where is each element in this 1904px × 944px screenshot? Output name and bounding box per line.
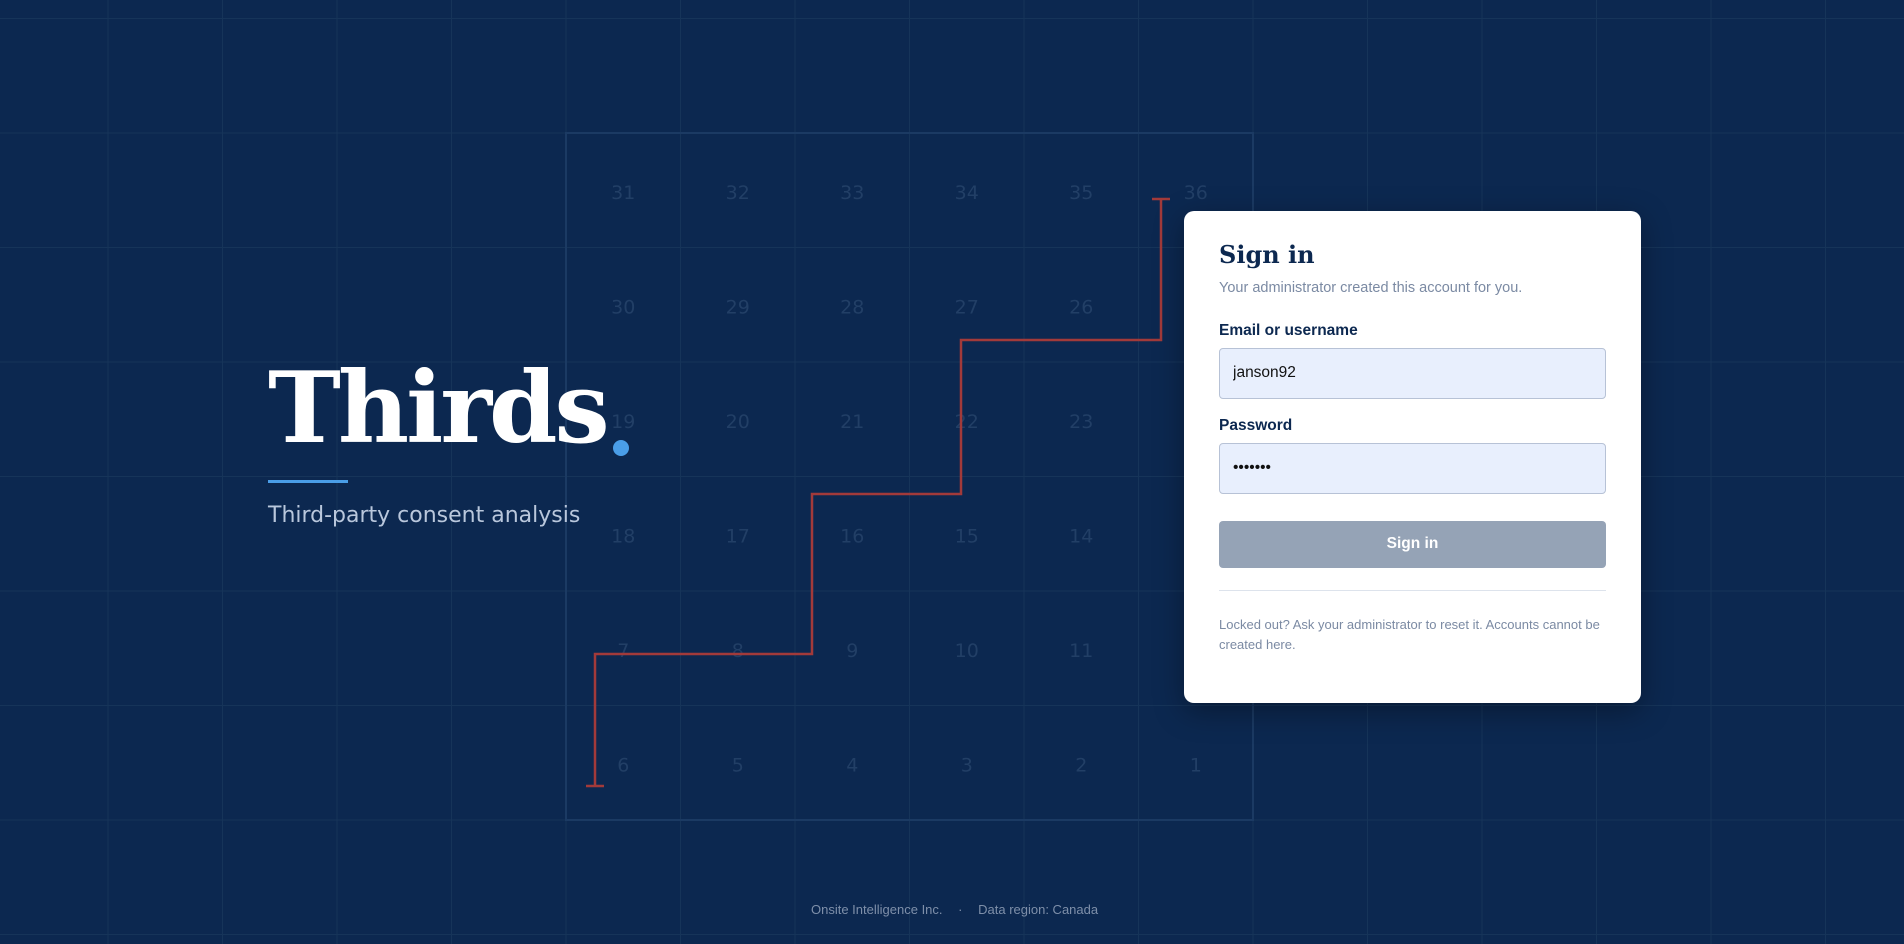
- board-cell-number: 8: [732, 640, 744, 662]
- signin-card: Sign in Your administrator created this …: [1184, 211, 1641, 703]
- board-cell-number: 27: [955, 297, 979, 319]
- board-cell-number: 3: [961, 755, 973, 777]
- signin-subtitle: Your administrator created this account …: [1219, 279, 1523, 296]
- board-cell-number: 9: [846, 640, 858, 662]
- board-cell-number: 22: [955, 411, 979, 433]
- board-cell-number: 10: [955, 640, 979, 662]
- board-cell-number: 11: [1069, 640, 1093, 662]
- brand-underline: [268, 480, 348, 483]
- board-cell-number: 30: [611, 297, 635, 319]
- board-cell-number: 4: [846, 755, 858, 777]
- password-field[interactable]: [1219, 442, 1606, 494]
- board-cell-number: 16: [840, 526, 864, 548]
- footer: Onsite Intelligence Inc. · Data region: …: [811, 902, 1098, 917]
- footer-separator: ·: [958, 902, 963, 917]
- board-cell-number: 34: [955, 182, 979, 204]
- board-cell-number: 26: [1069, 297, 1093, 319]
- board-cell-number: 17: [726, 526, 750, 548]
- footer-region: Data region: Canada: [978, 902, 1099, 917]
- email-field[interactable]: [1219, 347, 1606, 399]
- board-cell-number: 28: [840, 297, 864, 319]
- board-cell-number: 1: [1190, 755, 1202, 777]
- brand-logo: Thirds: [268, 360, 629, 458]
- sign-in-button[interactable]: Sign in: [1219, 520, 1606, 568]
- board-cell-number: 35: [1069, 182, 1093, 204]
- board-cell-number: 19: [611, 411, 635, 433]
- board-cell-number: 7: [617, 640, 629, 662]
- board-cell-number: 18: [611, 526, 635, 548]
- card-divider: [1219, 589, 1606, 591]
- board-cell-number: 2: [1075, 755, 1087, 777]
- brand-title: Thirds: [268, 351, 610, 466]
- board-cell-number: 36: [1184, 182, 1208, 204]
- locked-out-note: Locked out? Ask your administrator to re…: [1219, 616, 1600, 652]
- board-cell-number: 21: [840, 411, 864, 433]
- board-cell-number: 23: [1069, 411, 1093, 433]
- board-cell-number: 29: [726, 297, 750, 319]
- board-cell-number: 20: [726, 411, 750, 433]
- board-cell-number: 33: [840, 182, 864, 204]
- brand-dot-icon: [612, 440, 629, 456]
- brand-block: Thirds Third-party consent analysis: [268, 360, 629, 528]
- password-label: Password: [1219, 416, 1293, 434]
- snake-path: [593, 199, 1163, 786]
- signin-title: Sign in: [1219, 240, 1315, 269]
- email-label: Email or username: [1219, 321, 1358, 339]
- brand-tagline: Third-party consent analysis: [268, 503, 581, 528]
- footer-company: Onsite Intelligence Inc.: [811, 902, 943, 917]
- board-cell-number: 32: [726, 182, 750, 204]
- board-cell-number: 15: [955, 526, 979, 548]
- board-cell-number: 14: [1069, 526, 1093, 548]
- board-cell-number: 31: [611, 182, 635, 204]
- board-cell-number: 5: [732, 755, 744, 777]
- login-page: 3132333435363029282726251920212223241817…: [0, 0, 1904, 944]
- board-cell-number: 6: [617, 755, 629, 777]
